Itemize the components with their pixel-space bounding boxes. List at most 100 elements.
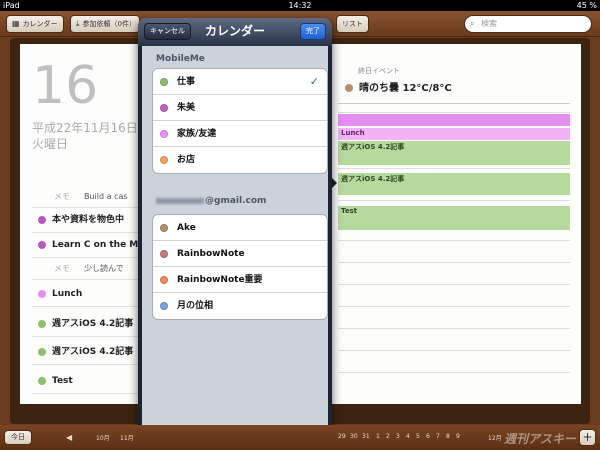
- timeline-event-article[interactable]: 週アスiOS 4.2記事: [338, 173, 570, 195]
- month-nov[interactable]: 11月: [120, 433, 134, 442]
- day-3[interactable]: 3: [396, 433, 400, 440]
- day-number: 16: [32, 56, 99, 116]
- calendar-group-gmail: Ake RainbowNote RainbowNote重要 月の位相: [152, 214, 328, 320]
- month-dec[interactable]: 12月: [488, 433, 502, 442]
- day-2[interactable]: 2: [386, 433, 390, 440]
- calendar-color-dot: [160, 302, 168, 310]
- calendar-row-rainbownote[interactable]: RainbowNote: [153, 241, 327, 267]
- hour-line: [338, 372, 570, 373]
- timeline-event-article[interactable]: 週アスiOS 4.2記事: [338, 141, 570, 165]
- calendar-row-shop[interactable]: お店: [153, 147, 327, 173]
- calendar-color-dot: [160, 224, 168, 232]
- hour-line: [338, 200, 570, 201]
- prev-arrow-icon[interactable]: ◀: [66, 433, 72, 442]
- calendars-popover: キャンセル カレンダー 完了 MobileMe 仕事 ✓ 朱美 家族/友達 お店: [138, 18, 332, 442]
- event-title: Lunch: [52, 289, 83, 299]
- list-button-label: リスト: [342, 20, 363, 28]
- invitations-button[interactable]: ⤓ 参加依頼（0件）: [70, 15, 140, 33]
- checkmark-icon: ✓: [309, 75, 319, 88]
- weekday: 火曜日: [32, 137, 69, 151]
- calendars-button-label: カレンダー: [22, 20, 58, 28]
- allday-label: 終日イベント: [358, 67, 400, 75]
- status-bar: iPad 14:32 45 %: [0, 0, 600, 11]
- day-9[interactable]: 9: [456, 433, 460, 440]
- search-input[interactable]: ⌕ 検索: [464, 15, 592, 33]
- hour-line: [338, 262, 570, 263]
- hour-line: [338, 306, 570, 307]
- day-31[interactable]: 31: [362, 433, 370, 440]
- calendar-row-ake[interactable]: Ake: [153, 215, 327, 241]
- month-oct[interactable]: 10月: [96, 433, 110, 442]
- today-button[interactable]: 今日: [4, 430, 32, 445]
- calendar-row-work[interactable]: 仕事 ✓: [153, 69, 327, 95]
- event-title: 週アスiOS 4.2記事: [52, 347, 134, 357]
- calendar-name: 朱美: [177, 103, 196, 113]
- memo-label: メモ: [54, 192, 70, 201]
- hour-line: [338, 112, 570, 113]
- calendar-row-moon-phase[interactable]: 月の位相: [153, 293, 327, 319]
- list-button[interactable]: リスト: [336, 15, 369, 33]
- calendar-color-dot: [160, 156, 168, 164]
- popover-body: MobileMe 仕事 ✓ 朱美 家族/友達 お店 @gmail.com Ake…: [142, 46, 328, 438]
- day-7[interactable]: 7: [436, 433, 440, 440]
- search-placeholder: 検索: [481, 19, 497, 28]
- calendar-color-dot: [160, 104, 168, 112]
- event-title: 週アスiOS 4.2記事: [52, 319, 134, 329]
- event-title: Test: [52, 376, 73, 386]
- popover-header: キャンセル カレンダー 完了: [138, 18, 332, 46]
- calendar-color-dot: [38, 319, 46, 328]
- search-icon: ⌕: [470, 19, 475, 28]
- invitations-button-label: 参加依頼（0件）: [82, 20, 137, 28]
- download-icon: ⤓: [76, 19, 80, 28]
- calendar-name: RainbowNote: [177, 249, 245, 259]
- calendar-name: お店: [177, 155, 196, 165]
- memo-label: メモ: [54, 264, 70, 273]
- watermark: 週刊アスキー: [503, 432, 576, 446]
- calendar-name: 仕事: [177, 77, 196, 87]
- calendar-name: 家族/友達: [177, 129, 217, 139]
- calendar-color-dot: [38, 215, 46, 224]
- timeline-event[interactable]: [338, 114, 570, 126]
- calendar-color-dot: [160, 276, 168, 284]
- add-event-button[interactable]: +: [579, 429, 596, 446]
- calendar-color-dot: [38, 240, 46, 249]
- calendars-button[interactable]: ▦ カレンダー: [6, 15, 64, 33]
- calendar-color-dot: [345, 84, 353, 92]
- calendar-color-dot: [160, 78, 168, 86]
- section-header-gmail: @gmail.com: [156, 196, 266, 206]
- event-title: 本や資料を物色中: [52, 215, 125, 225]
- calendar-row-akemi[interactable]: 朱美: [153, 95, 327, 121]
- day-30[interactable]: 30: [350, 433, 358, 440]
- day-1[interactable]: 1: [376, 433, 380, 440]
- hour-line: [338, 284, 570, 285]
- calendar-group-mobileme: 仕事 ✓ 朱美 家族/友達 お店: [152, 68, 328, 174]
- day-29[interactable]: 29: [338, 433, 346, 440]
- hour-line: [338, 328, 570, 329]
- timeline-event-test[interactable]: Test: [338, 206, 570, 230]
- calendar-color-dot: [160, 130, 168, 138]
- day-5[interactable]: 5: [416, 433, 420, 440]
- plus-icon: +: [582, 430, 593, 444]
- calendar-name: 月の位相: [177, 301, 214, 311]
- section-header-text: @gmail.com: [205, 196, 267, 206]
- memo-text: 少し読んで: [84, 264, 124, 273]
- day-6[interactable]: 6: [426, 433, 430, 440]
- hour-line: [338, 168, 570, 169]
- calendar-name: RainbowNote重要: [177, 275, 263, 285]
- memo-text: Build a cas: [84, 192, 128, 201]
- calendar-color-dot: [38, 347, 46, 356]
- section-header-mobileme: MobileMe: [156, 54, 205, 64]
- calendar-row-rainbownote-important[interactable]: RainbowNote重要: [153, 267, 327, 293]
- day-4[interactable]: 4: [406, 433, 410, 440]
- battery-level: 45 %: [576, 1, 597, 10]
- hour-line: [338, 240, 570, 241]
- day-8[interactable]: 8: [446, 433, 450, 440]
- timeline-event-lunch[interactable]: Lunch: [338, 128, 570, 140]
- calendar-color-dot: [160, 250, 168, 258]
- calendar-color-dot: [38, 289, 46, 298]
- full-date: 平成22年11月16日: [32, 121, 138, 135]
- allday-event-weather[interactable]: 晴のち曇 12°C/8°C: [345, 79, 452, 94]
- done-button[interactable]: 完了: [300, 23, 326, 40]
- calendar-row-family-friends[interactable]: 家族/友達: [153, 121, 327, 147]
- calendar-icon: ▦: [12, 19, 20, 28]
